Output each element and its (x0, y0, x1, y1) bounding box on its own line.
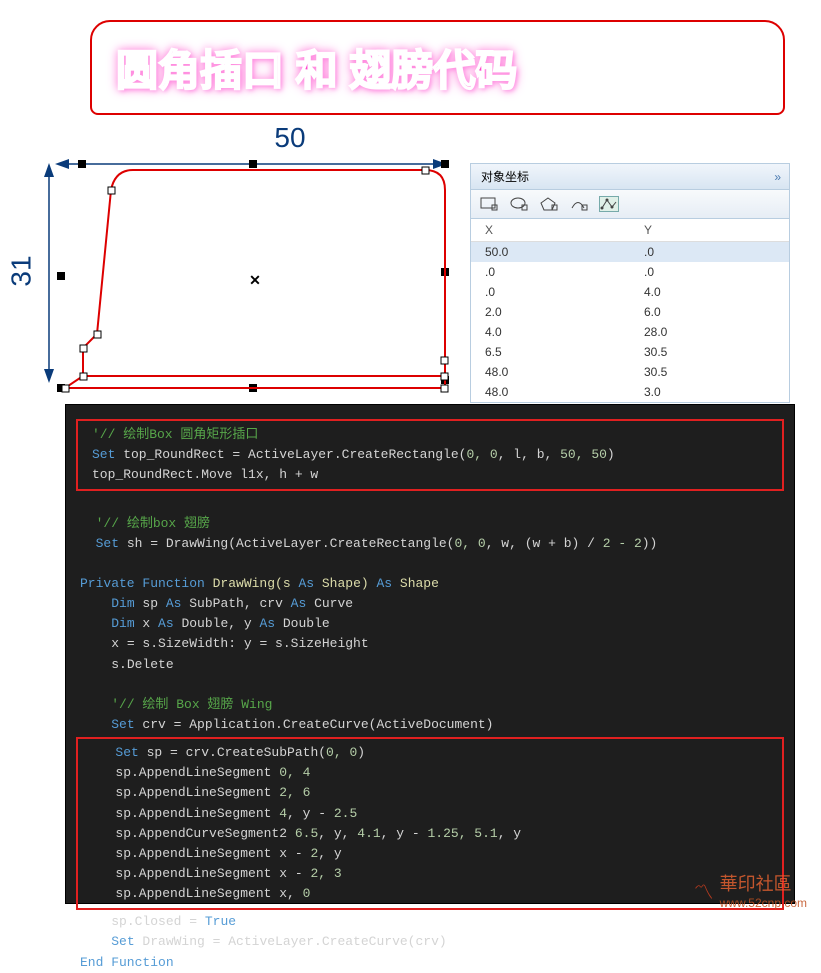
watermark-url: www.52cnp.com (720, 896, 807, 910)
watermark-logo-icon: 〽 (694, 876, 714, 905)
col-header-x[interactable]: X (471, 219, 630, 242)
watermark: 〽 華印社區 www.52cnp.com (694, 870, 807, 910)
coord-toolbar (471, 190, 789, 219)
table-row[interactable]: 2.06.0 (471, 302, 789, 322)
table-row[interactable]: 48.030.5 (471, 362, 789, 382)
panel-title-text: 对象坐标 (481, 168, 529, 185)
table-row[interactable]: .0.0 (471, 262, 789, 282)
svg-text:✕: ✕ (249, 272, 261, 288)
collapse-chevron-icon[interactable]: » (774, 170, 779, 184)
highlighted-code-block-2: Set sp = crv.CreateSubPath(0, 0) sp.Appe… (76, 737, 784, 910)
watermark-text: 華印社區 (720, 870, 807, 896)
table-row[interactable]: 6.530.5 (471, 342, 789, 362)
coordinates-table[interactable]: X Y 50.0.0.0.0.04.02.06.04.028.06.530.54… (471, 219, 789, 402)
panel-titlebar[interactable]: 对象坐标 » (471, 164, 789, 190)
design-canvas-area: 圆角插口 和 翅膀代码 50 31 (0, 0, 821, 400)
highlighted-code-block-1: '// 绘制Box 圆角矩形插口 Set top_RoundRect = Act… (76, 419, 784, 491)
col-header-y[interactable]: Y (630, 219, 789, 242)
code-editor[interactable]: '// 绘制Box 圆角矩形插口 Set top_RoundRect = Act… (65, 404, 795, 904)
dimension-width-label: 50 (180, 122, 400, 154)
rect-tool-icon[interactable] (479, 196, 499, 212)
shape-preview[interactable]: ✕ (55, 160, 450, 395)
ellipse-tool-icon[interactable] (509, 196, 529, 212)
nodes-tool-icon[interactable] (599, 196, 619, 212)
polygon-tool-icon[interactable] (539, 196, 559, 212)
curve-tool-icon[interactable] (569, 196, 589, 212)
title-banner: 圆角插口 和 翅膀代码 (90, 20, 785, 115)
table-row[interactable]: .04.0 (471, 282, 789, 302)
page-title: 圆角插口 和 翅膀代码 (116, 37, 517, 98)
dimension-height-label: 31 (6, 255, 38, 286)
table-row[interactable]: 50.0.0 (471, 242, 789, 263)
table-row[interactable]: 48.03.0 (471, 382, 789, 402)
table-row[interactable]: 4.028.0 (471, 322, 789, 342)
object-coordinates-panel: 对象坐标 » X Y 50.0.0.0.0.04.02.06.04.028.06… (470, 163, 790, 403)
